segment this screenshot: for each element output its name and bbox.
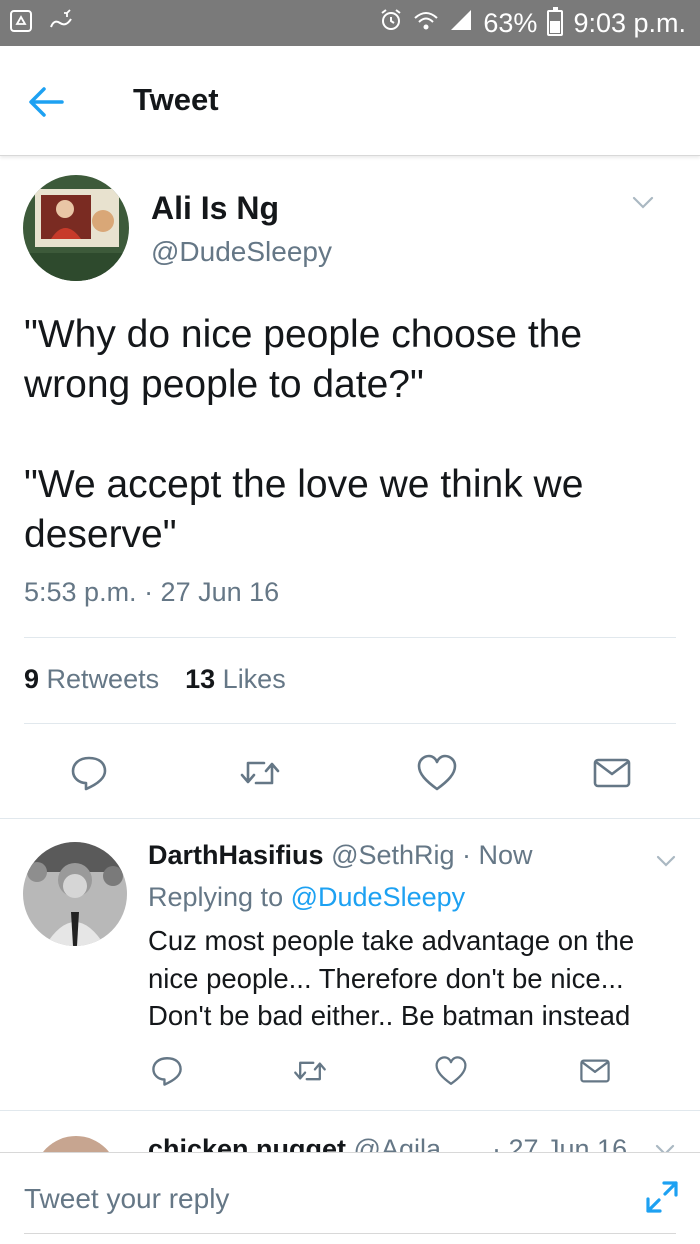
like-button[interactable]: [414, 750, 460, 796]
next-reply[interactable]: chicken nugget @Aqila... · 27 Jun 16: [0, 1112, 700, 1152]
heart-icon: [417, 754, 457, 791]
replying-prefix: Replying to: [148, 882, 284, 912]
next-reply-author-name[interactable]: chicken nugget: [148, 1134, 346, 1152]
chevron-down-icon[interactable]: [630, 193, 656, 213]
reply-button[interactable]: [66, 750, 112, 796]
recycle-icon: [8, 8, 34, 34]
reply-icon: [71, 756, 107, 791]
author-name[interactable]: Ali Is Ng: [151, 190, 279, 227]
divider: [24, 723, 676, 724]
retweets-count: 9: [24, 664, 40, 694]
direct-message-button[interactable]: [572, 1048, 618, 1094]
app-header: Tweet: [0, 46, 700, 156]
battery-level: 63%: [483, 7, 538, 38]
next-reply-header: chicken nugget @Aqila...: [148, 1134, 464, 1152]
next-reply-author-handle[interactable]: @Aqila...: [354, 1134, 464, 1152]
tweet-text: "Why do nice people choose the wrong peo…: [24, 313, 584, 556]
envelope-icon: [580, 1059, 610, 1083]
retweet-icon: [240, 761, 280, 785]
alarm-icon: [379, 8, 403, 39]
page-title: Tweet: [133, 82, 219, 117]
replying-to: Replying to @DudeSleepy: [148, 882, 465, 913]
next-reply-avatar[interactable]: [34, 1136, 118, 1152]
retweet-icon: [294, 1061, 326, 1081]
battery-icon: [547, 7, 564, 36]
reply-avatar[interactable]: [23, 842, 127, 946]
like-button[interactable]: [428, 1048, 474, 1094]
direct-message-button[interactable]: [589, 750, 635, 796]
section-separator: [0, 818, 700, 819]
likes-stat[interactable]: 13 Likes: [185, 664, 286, 695]
replying-mention-link[interactable]: @DudeSleepy: [291, 882, 466, 912]
retweets-label: Retweets: [46, 664, 160, 694]
usb-icon: [48, 8, 74, 34]
reply-icon: [152, 1057, 182, 1086]
wifi-icon: [413, 8, 439, 39]
reply-header: DarthHasifius @SethRig · Now: [148, 840, 533, 871]
signal-icon: [449, 8, 473, 39]
reply-time: · Now: [462, 840, 533, 870]
envelope-icon: [593, 758, 631, 788]
tweet-actions: [0, 748, 700, 798]
reply-text: Cuz most people take advantage on the ni…: [148, 925, 635, 1031]
compose-bar: Tweet your reply: [0, 1152, 700, 1244]
likes-label: Likes: [222, 664, 286, 694]
likes-count: 13: [185, 664, 216, 694]
chevron-down-icon[interactable]: [654, 1142, 676, 1152]
expand-icon: [646, 1181, 678, 1213]
author-handle[interactable]: @DudeSleepy: [151, 236, 332, 268]
expand-compose-button[interactable]: [644, 1179, 680, 1215]
section-separator: [0, 1110, 700, 1111]
input-underline: [24, 1233, 676, 1234]
arrow-left-icon: [29, 87, 64, 117]
back-button[interactable]: [24, 80, 68, 124]
reply-actions: [0, 1050, 700, 1094]
reply-button[interactable]: [144, 1048, 190, 1094]
reply-author-name[interactable]: DarthHasifius: [148, 840, 324, 870]
tweet-timestamp[interactable]: 5:53 p.m. · 27 Jun 16: [24, 577, 279, 608]
chevron-down-icon[interactable]: [654, 852, 678, 870]
tweet-stats: 9 Retweets 13 Likes: [24, 664, 286, 695]
next-reply-time: · 27 Jun 16: [492, 1134, 628, 1152]
clock: 9:03 p.m.: [573, 7, 686, 38]
avatar[interactable]: [23, 175, 129, 281]
reply-author-handle[interactable]: @SethRig: [331, 840, 454, 870]
reply-input[interactable]: Tweet your reply: [24, 1183, 584, 1215]
retweet-button[interactable]: [237, 750, 283, 796]
status-bar: 63% 9:03 p.m.: [0, 0, 700, 46]
divider: [24, 637, 676, 638]
heart-icon: [435, 1056, 467, 1085]
retweets-stat[interactable]: 9 Retweets: [24, 664, 159, 695]
retweet-button[interactable]: [287, 1048, 333, 1094]
